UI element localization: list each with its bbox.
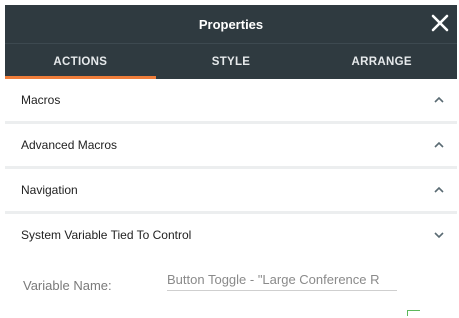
tab-actions-label: ACTIONS: [53, 55, 108, 68]
properties-panel: Properties ACTIONS STYLE ARRANGE Macros …: [5, 5, 457, 316]
variable-name-input[interactable]: [167, 268, 397, 291]
close-icon[interactable]: [429, 12, 451, 34]
section-macros-label: Macros: [21, 93, 61, 107]
tab-arrange-label: ARRANGE: [351, 55, 412, 68]
chevron-up-icon: [434, 96, 444, 103]
section-macros[interactable]: Macros: [5, 79, 457, 124]
tab-arrange[interactable]: ARRANGE: [306, 44, 457, 79]
section-system-variable[interactable]: System Variable Tied To Control: [5, 214, 457, 256]
panel-title: Properties: [198, 16, 264, 32]
chevron-up-icon: [434, 186, 444, 193]
section-system-variable-label: System Variable Tied To Control: [21, 228, 192, 242]
tab-actions[interactable]: ACTIONS: [5, 44, 156, 79]
tab-bar: ACTIONS STYLE ARRANGE: [5, 43, 457, 79]
panel-header: Properties: [5, 5, 457, 43]
section-navigation[interactable]: Navigation: [5, 169, 457, 214]
resize-handle[interactable]: [407, 310, 420, 316]
chevron-up-icon: [434, 141, 444, 148]
variable-name-row: Variable Name:: [5, 256, 457, 316]
section-advanced-macros[interactable]: Advanced Macros: [5, 124, 457, 169]
chevron-down-icon: [434, 232, 444, 239]
section-advanced-macros-label: Advanced Macros: [21, 138, 118, 152]
section-navigation-label: Navigation: [21, 183, 78, 197]
tab-style-label: STYLE: [211, 55, 251, 68]
variable-name-label: Variable Name:: [23, 278, 112, 293]
tab-style[interactable]: STYLE: [156, 44, 307, 79]
